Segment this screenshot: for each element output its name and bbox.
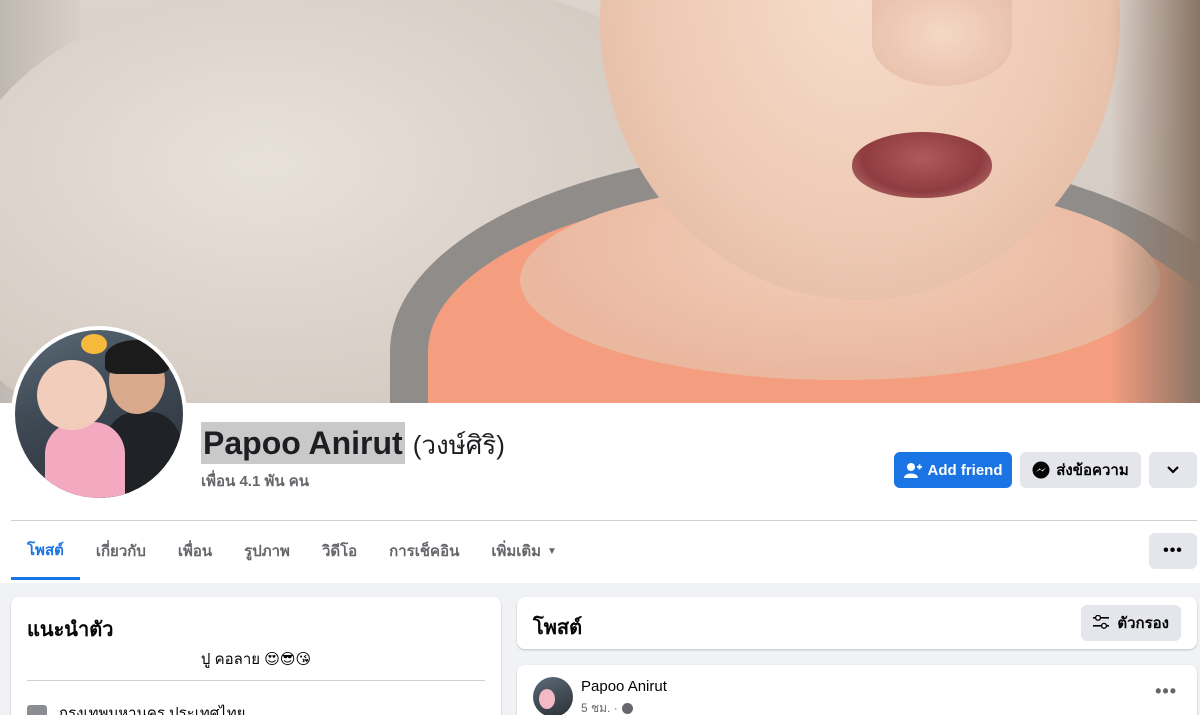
posts-title: โพสต์ [533,617,583,639]
tab-checkins[interactable]: การเช็คอิน [373,522,475,580]
friends-count[interactable]: เพื่อน 4.1 พัน คน [201,469,309,493]
post-meta: 5 ชม. · [581,699,633,715]
tab-label: วิดีโอ [321,543,358,560]
avatar-baby-body [45,422,125,498]
cover-photo[interactable] [0,0,1200,403]
intro-card: แนะนำตัว ปู คอลาย 😍😎😘 กรุงเทพมหานคร ประเ… [11,597,501,715]
globe-icon [621,703,633,714]
post-card: Papoo Anirut 5 ชม. · ••• [517,665,1197,715]
filter-label: ตัวกรอง [1117,615,1169,632]
intro-title: แนะนำตัว [27,619,114,641]
add-user-icon [903,461,922,479]
avatar-sticker [81,334,107,354]
intro-bio: ปู คอลาย 😍😎😘 [200,651,312,668]
tab-about[interactable]: เกี่ยวกับ [80,522,162,580]
cover-right-shadow [1110,0,1200,403]
intro-divider [27,680,485,681]
profile-name: Papoo Anirut [201,422,405,464]
chevron-down-icon [1166,462,1180,479]
cover-nose [872,0,1012,86]
tab-label: รูปภาพ [244,543,290,560]
tabs-more-button[interactable]: ••• [1149,533,1197,569]
profile-more-button[interactable] [1149,452,1197,488]
post-author-avatar[interactable] [533,677,573,715]
post-time[interactable]: 5 ชม. · [581,699,618,715]
profile-avatar[interactable] [11,326,187,502]
add-friend-label: Add friend [927,461,1003,479]
tab-photos[interactable]: รูปภาพ [228,522,306,580]
header-divider [11,520,1197,521]
tab-more[interactable]: เพิ่มเติม ▼ [475,522,573,580]
avatar-image [15,330,183,498]
tab-label: โพสต์ [27,541,64,559]
profile-tabs: โพสต์ เกี่ยวกับ เพื่อน รูปภาพ วิดีโอ การ… [11,522,573,580]
briefcase-icon [27,705,47,715]
avatar-figure-hair [105,340,169,374]
messenger-icon [1032,461,1050,479]
profile-name-row: Papoo Anirut (วงษ์ศิริ) [201,422,505,466]
filter-icon [1093,614,1110,632]
message-label: ส่งข้อความ [1056,462,1129,479]
intro-location: กรุงเทพมหานคร ประเทศไทย [27,701,245,715]
profile-alt-name: (วงษ์ศิริ) [412,430,505,460]
tab-label: การเช็คอิน [389,543,460,560]
avatar-baby-face [37,360,107,430]
cover-mouth [852,132,992,198]
post-author-name[interactable]: Papoo Anirut [581,678,667,695]
tab-posts[interactable]: โพสต์ [11,522,80,580]
filter-button[interactable]: ตัวกรอง [1081,605,1181,641]
message-button[interactable]: ส่งข้อความ [1020,452,1141,488]
tab-label: เกี่ยวกับ [95,543,146,560]
add-friend-button[interactable]: Add friend [894,452,1012,488]
tab-friends[interactable]: เพื่อน [162,522,228,580]
tab-videos[interactable]: วิดีโอ [306,522,373,580]
intro-location-label[interactable]: กรุงเทพมหานคร ประเทศไทย [59,701,245,715]
tab-label: เพื่อน [177,543,213,560]
posts-header-card: โพสต์ ตัวกรอง [517,597,1197,649]
tab-label: เพิ่มเติม [491,543,542,560]
post-more-button[interactable]: ••• [1155,681,1177,702]
caret-down-icon: ▼ [547,545,557,557]
